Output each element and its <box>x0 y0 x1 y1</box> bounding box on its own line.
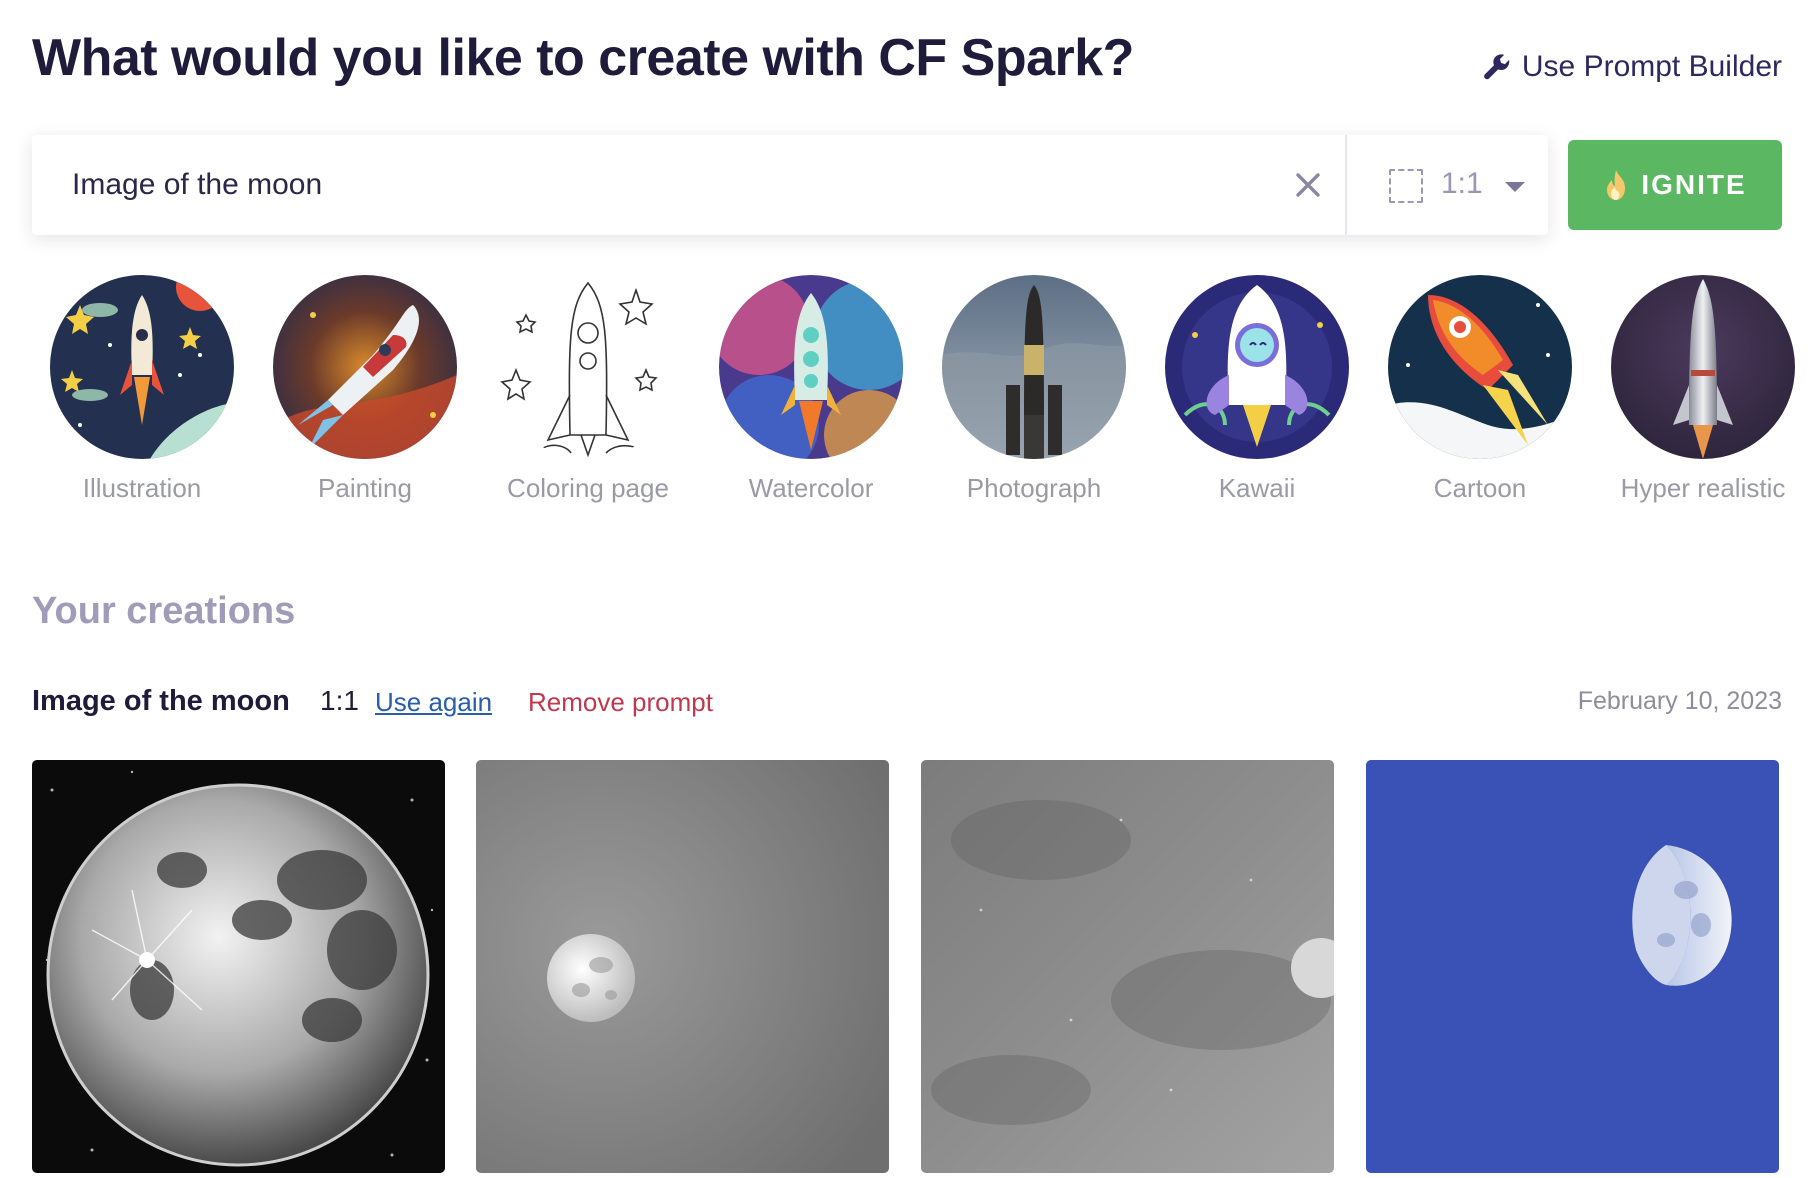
style-coloring-page[interactable]: Coloring page <box>478 275 698 515</box>
style-painting[interactable]: Painting <box>255 275 475 515</box>
caret-down-icon <box>1505 182 1525 192</box>
style-label: Photograph <box>966 473 1102 503</box>
spark-page: What would you like to create with CF Sp… <box>32 0 1795 1178</box>
style-kawaii[interactable]: Kawaii <box>1147 275 1367 515</box>
page-title: What would you like to create with CF Sp… <box>32 29 1134 87</box>
style-cartoon[interactable]: Cartoon <box>1370 275 1590 515</box>
creation-ratio: 1:1 <box>320 685 359 716</box>
result-image-4[interactable] <box>1366 760 1779 1173</box>
illustration-thumbnail <box>50 275 234 459</box>
style-photograph[interactable]: Photograph <box>924 275 1144 515</box>
aspect-ratio-value: 1:1 <box>1441 167 1483 200</box>
photograph-thumbnail <box>942 275 1126 459</box>
style-label: Illustration <box>82 473 202 503</box>
kawaii-thumbnail <box>1165 275 1349 459</box>
style-watercolor[interactable]: Watercolor <box>701 275 921 515</box>
prompt-input[interactable] <box>32 135 1345 235</box>
wrench-icon <box>1484 54 1510 80</box>
use-again-link[interactable]: Use again <box>375 687 492 718</box>
cartoon-thumbnail <box>1388 275 1572 459</box>
style-label: Painting <box>318 473 412 503</box>
hyper-realistic-thumbnail <box>1611 275 1795 459</box>
result-image-1[interactable] <box>32 760 445 1173</box>
style-label: Kawaii <box>1218 473 1296 503</box>
clear-prompt-button[interactable] <box>1287 164 1329 206</box>
watercolor-thumbnail <box>719 275 903 459</box>
aspect-ratio-select[interactable]: 1:1 <box>1347 135 1547 235</box>
prompt-bar: 1:1 <box>32 135 1548 235</box>
creation-prompt-row: Image of the moon 1:1 Use again Remove p… <box>32 685 1782 725</box>
creation-prompt: Image of the moon <box>32 685 290 717</box>
style-label: Hyper realistic <box>1620 473 1786 503</box>
result-image-3[interactable] <box>921 760 1334 1173</box>
style-label: Coloring page <box>507 473 669 503</box>
remove-prompt-link[interactable]: Remove prompt <box>528 687 713 718</box>
style-illustration[interactable]: Illustration <box>32 275 252 515</box>
creations-heading: Your creations <box>32 590 296 632</box>
result-image-2[interactable] <box>476 760 889 1173</box>
painting-thumbnail <box>273 275 457 459</box>
close-icon <box>1296 173 1320 197</box>
use-prompt-builder-link[interactable]: Use Prompt Builder <box>1482 50 1782 84</box>
style-label: Watercolor <box>748 473 874 503</box>
ignite-label: IGNITE <box>1641 169 1747 200</box>
flame-icon <box>1607 170 1626 200</box>
ignite-button[interactable]: IGNITE <box>1568 140 1782 230</box>
style-options: Illustration Painting Coloring page Wate… <box>32 275 1795 515</box>
style-hyper-realistic[interactable]: Hyper realistic <box>1593 275 1813 515</box>
aspect-ratio-icon <box>1389 169 1423 203</box>
style-label: Cartoon <box>1433 473 1527 503</box>
creation-date: February 10, 2023 <box>1577 687 1782 715</box>
coloring-page-thumbnail <box>496 275 680 459</box>
prompt-builder-label: Use Prompt Builder <box>1521 50 1782 83</box>
